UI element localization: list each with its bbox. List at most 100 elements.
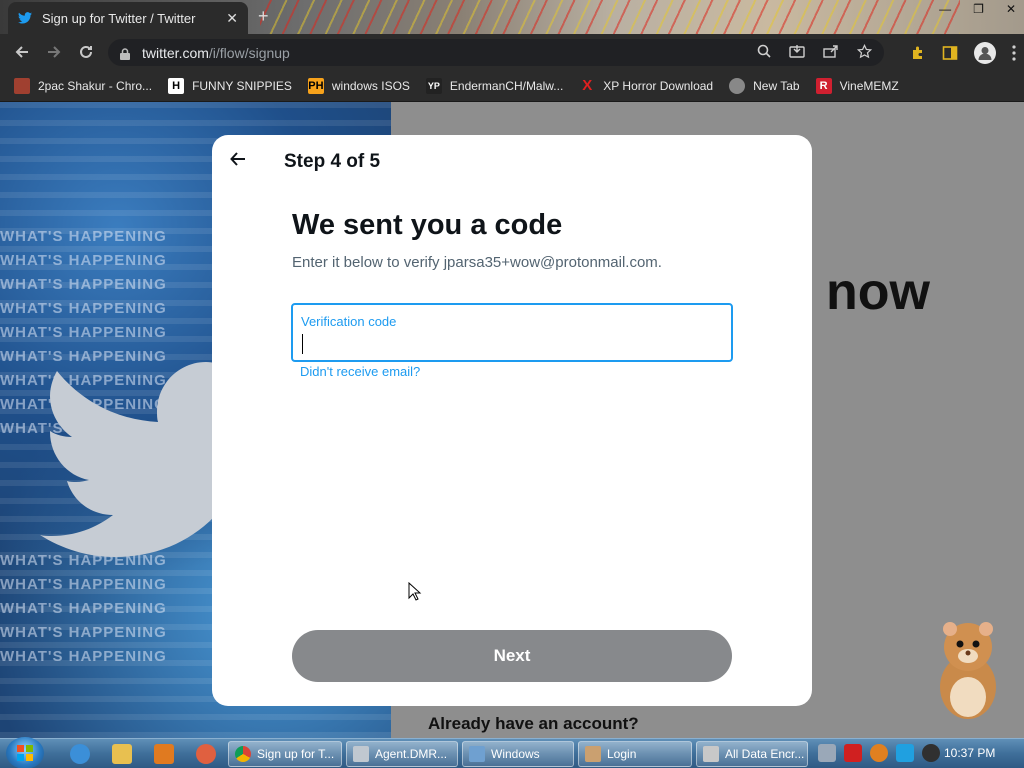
close-tab-icon[interactable]: ✕ [226,10,238,27]
tray-monitor-icon[interactable] [896,744,914,762]
menu-kebab-icon[interactable] [1012,45,1016,66]
bookmark-label: EndermanCH/Malw... [449,78,564,93]
bookmark-xp-horror[interactable]: X XP Horror Download [579,77,714,94]
bookmark-label: XP Horror Download [603,78,714,93]
bookmark-label: 2pac Shakur - Chro... [38,78,153,93]
new-tab-button[interactable]: + [258,6,269,27]
twitter-icon [18,11,32,25]
windows-taskbar: Sign up for T... Agent.DMR... Windows Lo… [0,737,1024,768]
bookmark-vinememz[interactable]: R VineMEMZ [815,77,899,94]
restore-icon[interactable]: ❐ [973,2,984,16]
profile-avatar-icon[interactable] [974,42,996,69]
url-path: /i/flow/signup [208,44,290,61]
internet-explorer-icon[interactable] [70,744,90,764]
verify-instructions: Enter it below to verify jparsa35+wow@pr… [292,254,662,271]
taskbar-window-agent[interactable]: Agent.DMR... [346,741,458,767]
app-icon[interactable] [196,744,216,764]
yp-logo-icon: YP [425,77,442,94]
tray-record-icon[interactable] [922,744,940,762]
art-text: WHAT'S HAPPENING [0,300,167,317]
install-icon[interactable] [789,44,805,62]
art-text: WHAT'S HAPPENING [0,228,167,245]
windows-app-icon [469,746,485,762]
verification-code-field[interactable]: Verification code [291,303,733,362]
art-text: WHAT'S HAPPENING [0,624,167,641]
star-icon[interactable] [856,43,873,62]
bookmark-label: windows ISOS [331,78,410,93]
folder-icon[interactable] [112,744,132,764]
search-icon[interactable] [757,44,771,62]
hamster-desktop-pet[interactable] [928,612,1008,722]
taskbar-window-chrome[interactable]: Sign up for T... [228,741,342,767]
tray-app-icon[interactable] [818,744,836,762]
taskbar-window-label: Agent.DMR... [375,747,448,761]
step-indicator: Step 4 of 5 [284,151,381,172]
bookmarks-bar: 2pac Shakur - Chro... H FUNNY SNIPPIES P… [0,70,1024,102]
page-title: We sent you a code [292,209,563,241]
share-icon[interactable] [823,44,839,62]
art-text: WHAT'S HAPPENING [0,276,167,293]
art-text: WHAT'S HAPPENING [0,600,167,617]
tab-title: Sign up for Twitter / Twitter [42,10,196,26]
verification-code-label: Verification code [301,314,397,329]
taskbar-window-label: All Data Encr... [725,747,805,761]
window-icon [353,746,369,762]
side-panel-icon[interactable] [942,45,958,66]
bookmark-label: VineMEMZ [839,78,899,93]
2pac-icon [14,77,30,94]
x-logo-icon: X [582,77,593,94]
r-logo-icon: R [815,77,832,94]
verification-code-input[interactable] [301,333,721,355]
bookmark-funny-snippies[interactable]: H FUNNY SNIPPIES [168,77,292,94]
back-arrow-icon[interactable] [6,44,38,60]
browser-toolbar: twitter.com/i/flow/signup [0,34,1024,70]
next-button[interactable]: Next [292,630,732,682]
signup-modal: Step 4 of 5 We sent you a code Enter it … [212,135,812,706]
window-background-art [260,0,960,34]
back-arrow-icon[interactable] [228,149,250,171]
windows-logo-icon [17,745,33,761]
didnt-receive-email-link[interactable]: Didn't receive email? [300,364,420,379]
media-player-icon[interactable] [154,744,174,764]
already-have-account-text: Already have an account? [428,714,639,733]
background-now-text: now [826,263,930,321]
login-app-icon [585,746,601,762]
taskbar-window-label: Sign up for T... [257,747,335,761]
tray-v-icon[interactable] [844,744,862,762]
bookmark-label: FUNNY SNIPPIES [192,78,292,93]
system-tray [818,744,940,762]
lock-icon[interactable] [120,47,130,60]
browser-tab[interactable]: Sign up for Twitter / Twitter ✕ [8,2,248,34]
tray-search-icon[interactable] [870,744,888,762]
globe-icon [729,77,746,94]
browser-title-bar: Sign up for Twitter / Twitter ✕ + — ❐ ✕ [0,0,1024,34]
taskbar-window-label: Login [607,747,637,761]
start-button[interactable] [6,737,44,768]
reload-icon[interactable] [70,44,102,60]
bookmark-endermanch[interactable]: YP EndermanCH/Malw... [425,77,564,94]
bookmark-windows-isos[interactable]: PH windows ISOS [307,77,410,94]
h-logo-icon: H [168,77,185,94]
mouse-pointer-icon [408,582,422,601]
url-domain: twitter.com [142,44,209,61]
chrome-icon [235,746,251,762]
page-content: WHAT'S HAPPENING WHAT'S HAPPENING WHAT'S… [0,102,1024,738]
taskbar-clock[interactable]: 10:37 PM [944,746,995,760]
minimize-icon[interactable]: — [939,2,951,16]
art-text: WHAT'S HAPPENING [0,648,167,665]
extensions-icon[interactable] [910,45,926,66]
taskbar-window-encrypt[interactable]: All Data Encr... [696,741,808,767]
window-controls: — ❐ ✕ [939,2,1016,16]
bookmark-new-tab[interactable]: New Tab [729,77,800,94]
taskbar-window-windows[interactable]: Windows [462,741,574,767]
close-window-icon[interactable]: ✕ [1006,2,1016,16]
address-bar[interactable]: twitter.com/i/flow/signup [108,39,884,66]
encrypt-app-icon [703,746,719,762]
taskbar-window-login[interactable]: Login [578,741,692,767]
bookmark-2pac[interactable]: 2pac Shakur - Chro... [14,77,153,94]
bookmark-label: New Tab [753,78,800,93]
forward-arrow-icon[interactable] [38,44,70,60]
ph-logo-icon: PH [307,77,324,94]
art-text: WHAT'S HAPPENING [0,252,167,269]
taskbar-window-label: Windows [491,747,540,761]
